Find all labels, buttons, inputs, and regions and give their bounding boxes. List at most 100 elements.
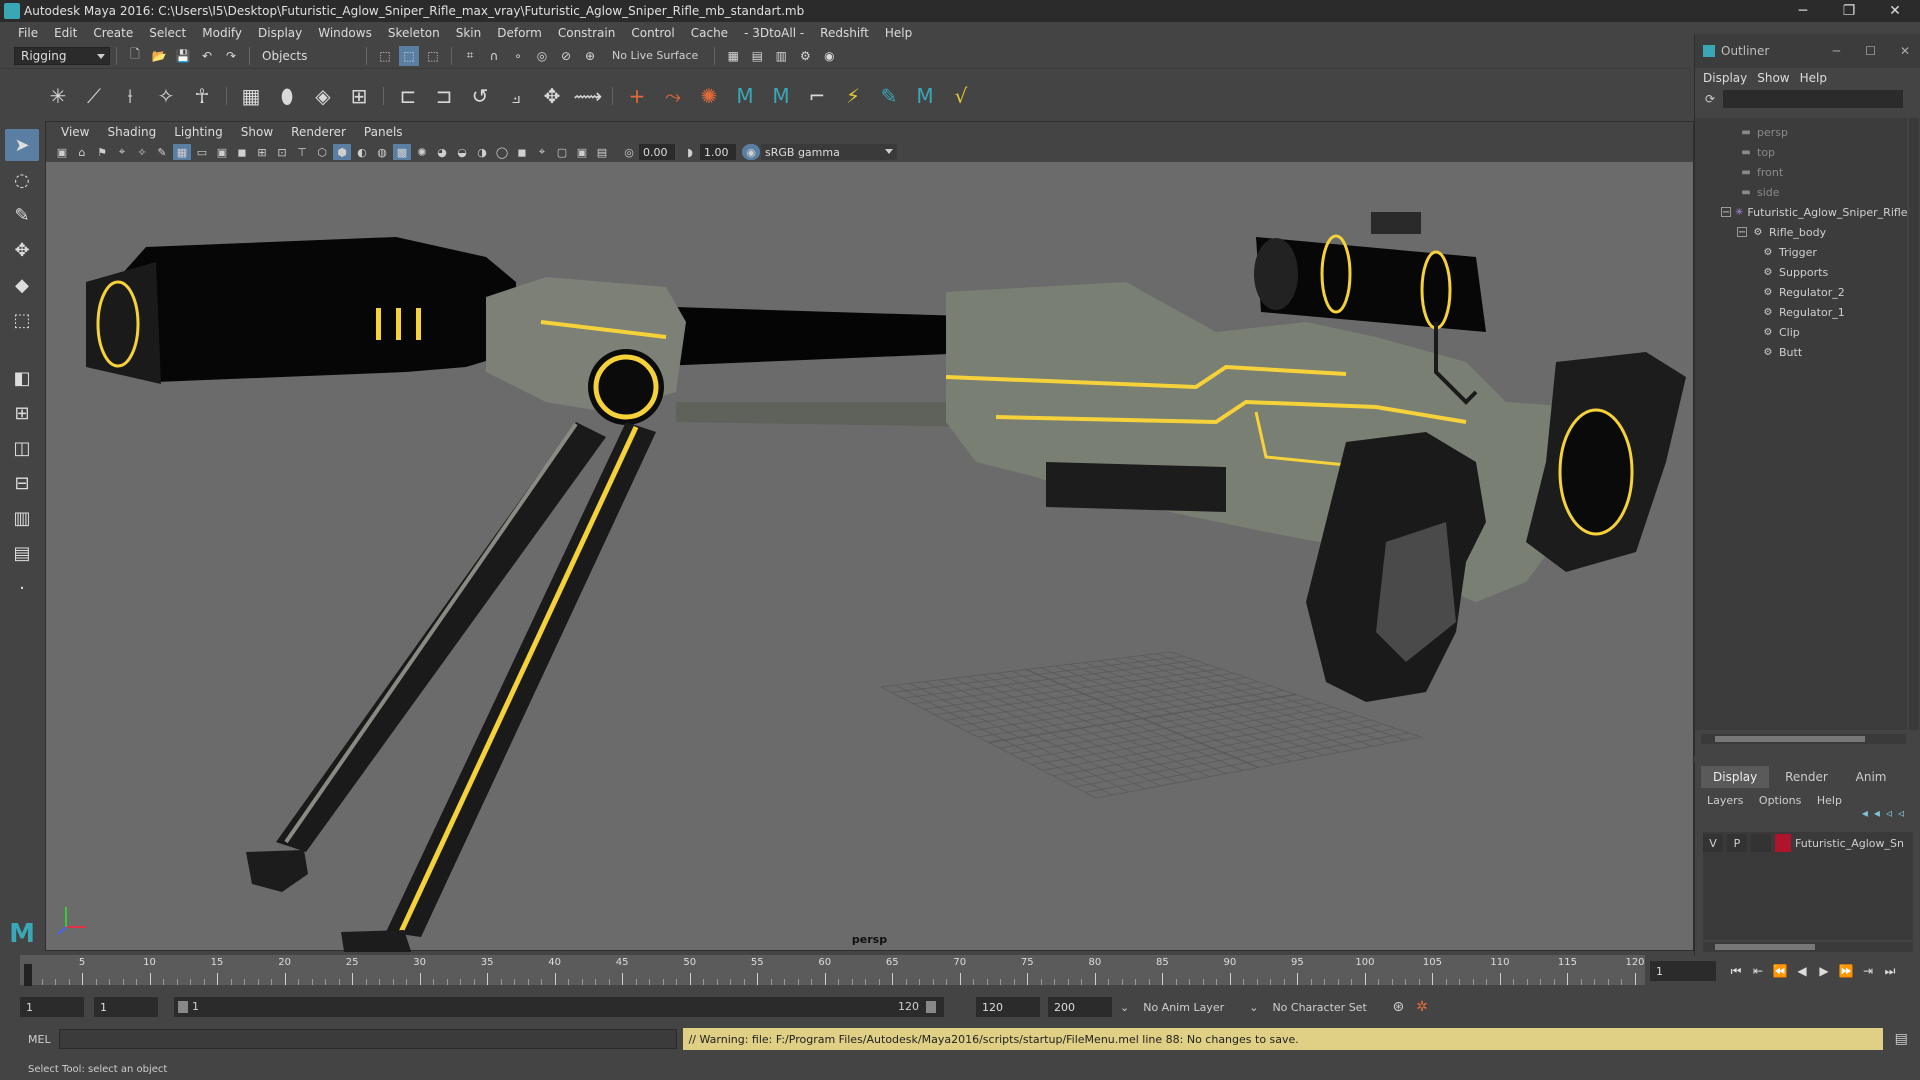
four-view-icon[interactable]: ⊞: [5, 397, 39, 429]
persp-outliner-icon[interactable]: ▥: [5, 502, 39, 534]
more-layouts-icon[interactable]: ·: [5, 572, 39, 604]
orient-constraint-icon[interactable]: ✺: [693, 79, 725, 113]
gate-mask-icon[interactable]: ◼: [233, 144, 251, 160]
ik-spline-icon[interactable]: ⟊: [114, 79, 146, 113]
hypershade-icon[interactable]: ◉: [819, 46, 839, 66]
collapse-icon[interactable]: −: [1721, 207, 1731, 218]
textured-icon[interactable]: ▩: [393, 144, 411, 160]
menu-deform[interactable]: Deform: [489, 26, 550, 40]
character-set-dropdown[interactable]: No Character Set: [1272, 1001, 1384, 1014]
mirror-weights-icon[interactable]: ✥: [536, 79, 568, 113]
outliner-search-input[interactable]: [1723, 90, 1904, 108]
menu-cache[interactable]: Cache: [683, 26, 736, 40]
snap-view-icon[interactable]: ◎: [532, 46, 552, 66]
layer-name[interactable]: Futuristic_Aglow_Sniper_Rifle: [1795, 837, 1905, 850]
panel-menu-view[interactable]: View: [52, 125, 98, 139]
blank-shelf-icon[interactable]: ⌐: [801, 79, 833, 113]
joint-tool-icon[interactable]: ✳: [42, 79, 74, 113]
tab-anim[interactable]: Anim: [1844, 766, 1899, 788]
outliner-item[interactable]: ⚙ Regulator_2: [1695, 282, 1907, 302]
quick-rig-icon[interactable]: ☥: [186, 79, 218, 113]
safe-action-icon[interactable]: ⊡: [273, 144, 291, 160]
maya-logo-icon[interactable]: M: [729, 79, 761, 113]
select-camera-icon[interactable]: ▣: [53, 144, 71, 160]
outliner-item[interactable]: ⚙ Butt: [1695, 342, 1907, 362]
current-frame-field[interactable]: 1: [1650, 961, 1716, 981]
wrap-icon[interactable]: ◈: [307, 79, 339, 113]
panel-menu-panels[interactable]: Panels: [355, 125, 412, 139]
snap-point-icon[interactable]: ∘: [508, 46, 528, 66]
menu-select[interactable]: Select: [141, 26, 194, 40]
animation-start-field[interactable]: 1: [20, 997, 84, 1017]
tab-display[interactable]: Display: [1701, 766, 1770, 788]
film-gate-icon[interactable]: ▭: [193, 144, 211, 160]
menu-display[interactable]: Display: [250, 26, 310, 40]
menu-redshift[interactable]: Redshift: [812, 26, 877, 40]
render-settings-icon[interactable]: ⚙: [795, 46, 815, 66]
maximize-icon[interactable]: ☐: [1865, 44, 1876, 58]
outliner-item[interactable]: ▬ top: [1695, 142, 1907, 162]
grid-toggle-icon[interactable]: ▦: [173, 144, 191, 160]
use-all-lights-icon[interactable]: ✺: [413, 144, 431, 160]
grease-pencil-icon[interactable]: ✎: [153, 144, 171, 160]
step-back-key-icon[interactable]: ⇤: [1748, 961, 1768, 981]
layer-visibility-toggle[interactable]: V: [1703, 834, 1723, 852]
persp-graph-icon[interactable]: ⊟: [5, 467, 39, 499]
aim-constraint-icon[interactable]: ⤳: [657, 79, 689, 113]
bind-skin-icon[interactable]: ⊏: [392, 79, 424, 113]
step-forward-key-icon[interactable]: ⇥: [1858, 961, 1878, 981]
outliner-hscrollbar[interactable]: [1701, 734, 1906, 744]
layer-action-icons[interactable]: ◂◂◃◃: [1862, 806, 1910, 820]
gamma-field[interactable]: 1.00: [700, 144, 736, 160]
menu-constrain[interactable]: Constrain: [550, 26, 624, 40]
range-slider[interactable]: 1 120: [174, 997, 944, 1017]
screen-space-ao-icon[interactable]: ◒: [453, 144, 471, 160]
layer-playback-toggle[interactable]: P: [1727, 834, 1747, 852]
ipr-render-icon[interactable]: ▥: [771, 46, 791, 66]
outliner-item[interactable]: − ⚙ Rifle_body: [1695, 222, 1907, 242]
2d-pan-zoom-icon[interactable]: ✧: [133, 144, 151, 160]
minimize-icon[interactable]: ─: [1833, 44, 1840, 58]
unbind-icon[interactable]: ↺: [464, 79, 496, 113]
move-tool-icon[interactable]: ✥: [5, 234, 39, 266]
step-forward-frame-icon[interactable]: ⏩: [1836, 961, 1856, 981]
color-management-icon[interactable]: ◉: [742, 144, 760, 160]
script-editor-icon[interactable]: ▤: [1895, 1031, 1908, 1047]
layer-type-toggle[interactable]: [1751, 834, 1771, 852]
preferences-icon[interactable]: ✲: [1416, 999, 1428, 1015]
go-to-start-icon[interactable]: ⏮: [1726, 961, 1746, 981]
hypershade-layout-icon[interactable]: ▤: [5, 537, 39, 569]
ik-handle-icon[interactable]: ⟋: [78, 79, 110, 113]
resolution-gate-icon[interactable]: ▣: [213, 144, 231, 160]
rifle-model[interactable]: [86, 212, 1686, 952]
render-current-icon[interactable]: ▤: [747, 46, 767, 66]
animation-end-field[interactable]: 200: [1048, 997, 1112, 1017]
layer-color-swatch[interactable]: [1775, 834, 1791, 852]
bookmark-icon[interactable]: ⚑: [93, 144, 111, 160]
outliner-item[interactable]: ▬ front: [1695, 162, 1907, 182]
new-scene-icon[interactable]: 🗋: [125, 46, 145, 66]
range-handle-left[interactable]: [178, 1001, 188, 1013]
menu-windows[interactable]: Windows: [310, 26, 380, 40]
xray-icon[interactable]: ▢: [553, 144, 571, 160]
outliner-menu-show[interactable]: Show: [1757, 71, 1799, 85]
camera-attributes-icon[interactable]: ⌂: [73, 144, 91, 160]
shader-icon[interactable]: ✎: [873, 79, 905, 113]
outliner-item[interactable]: ⚙ Clip: [1695, 322, 1907, 342]
playback-start-field[interactable]: 1: [94, 997, 158, 1017]
redo-icon[interactable]: ↷: [221, 46, 241, 66]
maya-logo-icon-2[interactable]: M: [765, 79, 797, 113]
menu-file[interactable]: File: [10, 26, 46, 40]
lasso-tool-icon[interactable]: ◌: [5, 164, 39, 196]
auto-key-icon[interactable]: ⊛: [1392, 999, 1404, 1015]
outliner-item[interactable]: ▬ side: [1695, 182, 1907, 202]
copy-weights-icon[interactable]: ⟿: [572, 79, 604, 113]
field-chart-icon[interactable]: ⊞: [253, 144, 271, 160]
motion-blur-icon[interactable]: ◑: [473, 144, 491, 160]
save-scene-icon[interactable]: 💾: [173, 46, 193, 66]
snap-grid-icon[interactable]: ⌗: [460, 46, 480, 66]
menu-create[interactable]: Create: [85, 26, 141, 40]
range-handle-right[interactable]: [926, 1001, 936, 1013]
outliner-menu-help[interactable]: Help: [1800, 71, 1837, 85]
paint-select-icon[interactable]: ✎: [5, 199, 39, 231]
